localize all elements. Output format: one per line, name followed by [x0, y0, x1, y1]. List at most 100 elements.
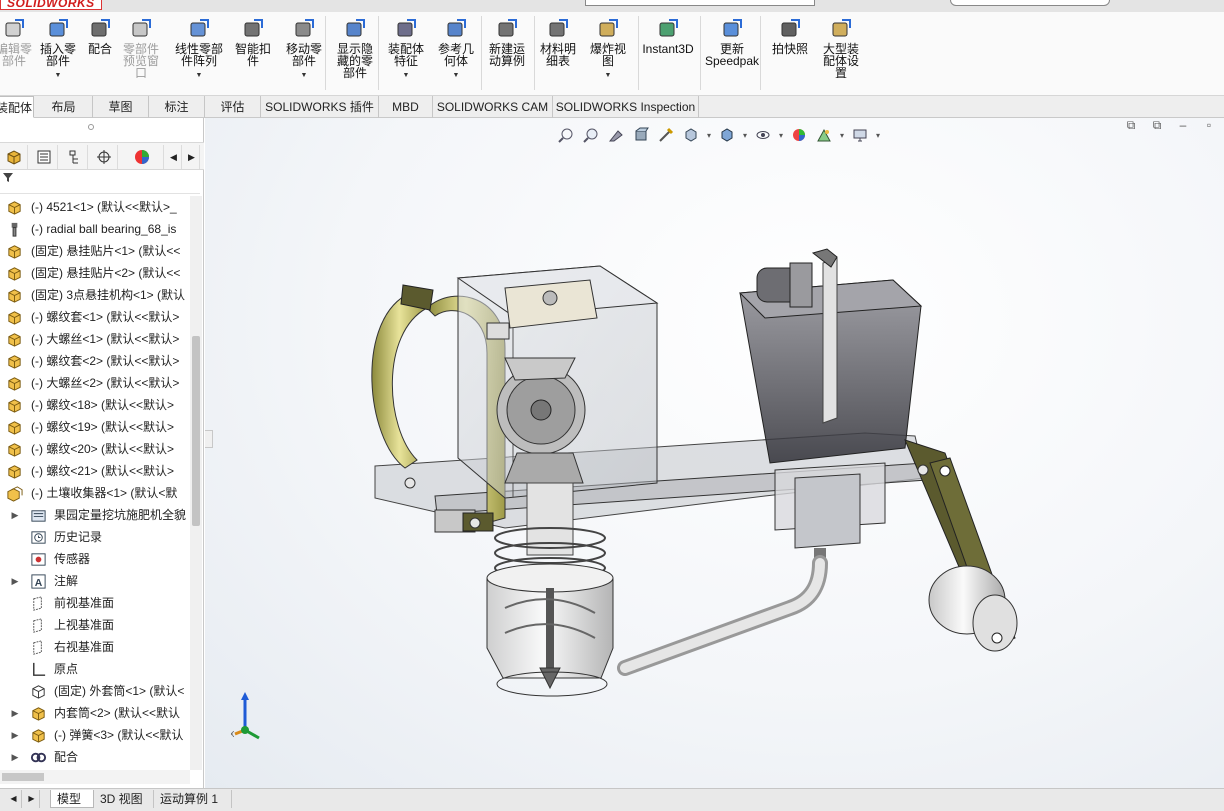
tab-6[interactable]: MBD — [379, 96, 433, 118]
tree-item[interactable]: (固定) 悬挂贴片<1> (默认<< — [0, 240, 190, 262]
configuration-manager-tab-icon[interactable] — [60, 145, 88, 169]
tree-item[interactable]: ▶ 内套筒<2> (默认<<默认 — [0, 702, 190, 724]
tree-item[interactable]: (-) 螺纹<18> (默认<<默认> — [0, 394, 190, 416]
pane-grip-icon[interactable] — [88, 124, 94, 130]
fertilizer-hopper[interactable] — [738, 248, 923, 464]
ribbon-button-7[interactable]: 显示隐 藏的零 部件 — [333, 18, 377, 79]
previous-tab-icon[interactable]: ◀ — [6, 790, 22, 808]
tree-item[interactable]: (-) 螺纹套<1> (默认<<默认> — [0, 306, 190, 328]
expand-icon[interactable]: ▶ — [10, 746, 20, 768]
expand-icon[interactable]: ▶ — [10, 702, 20, 724]
tree-item[interactable]: (-) 大螺丝<1> (默认<<默认> — [0, 328, 190, 350]
expand-icon[interactable]: ▶ — [10, 504, 20, 526]
chevron-down-icon[interactable]: ▼ — [55, 70, 62, 82]
title-search-box[interactable] — [585, 0, 815, 6]
chevron-down-icon[interactable]: ▼ — [605, 70, 612, 82]
ribbon-button-8[interactable]: 装配体 特征 ▼ — [384, 18, 428, 82]
solidworks-logo[interactable]: SOLIDWORKS — [0, 0, 102, 10]
tree-item[interactable]: (-) 螺纹套<2> (默认<<默认> — [0, 350, 190, 372]
ribbon-button-3[interactable]: 零部件 预览窗 口 — [122, 18, 160, 79]
ribbon-button-0[interactable]: 编辑零 部件 — [0, 18, 32, 67]
part-icon — [8, 443, 21, 457]
tree-item[interactable]: (固定) 悬挂贴片<2> (默认<< — [0, 262, 190, 284]
tree-item-label: 传感器 — [54, 552, 91, 566]
ribbon-button-6[interactable]: 移动零 部件 ▼ — [283, 18, 325, 82]
tree-item-label: (固定) 3点悬挂机构<1> (默认 — [31, 288, 186, 302]
triad-z-label: Z — [242, 690, 247, 691]
tree-item[interactable]: (-) 土壤收集器<1> (默认<默 — [0, 482, 190, 504]
expand-icon[interactable]: ▶ — [10, 570, 20, 592]
ribbon-button-5[interactable]: 智能扣 件 — [232, 18, 274, 67]
chevron-down-icon[interactable]: ▼ — [301, 70, 308, 82]
tree-item[interactable]: 原点 — [0, 658, 190, 680]
tab-1[interactable]: 布局 — [35, 96, 93, 118]
assembly-model[interactable] — [205, 118, 1224, 788]
ribbon-button-9[interactable]: 参考几 何体 ▼ — [434, 18, 478, 82]
ribbon-button-14[interactable]: 更新 Speedpak — [705, 18, 759, 67]
appearance-tab-icon[interactable] — [120, 145, 164, 169]
property-manager-tab-icon[interactable] — [30, 145, 58, 169]
tree-vertical-scrollbar[interactable] — [190, 196, 202, 770]
tree-item[interactable]: ▶ 配合 — [0, 746, 190, 768]
search-commands-box[interactable] — [950, 0, 1110, 6]
bottom-tab-0[interactable]: 模型 — [50, 790, 94, 808]
ribbon-button-label: 装配体 特征 — [387, 42, 424, 68]
ribbon-button-16[interactable]: 大型装 配体设 置 — [816, 18, 866, 79]
tree-filter[interactable] — [0, 170, 200, 194]
filter-icon[interactable] — [2, 171, 14, 183]
tree-item[interactable]: 传感器 — [0, 548, 190, 570]
next-tab-icon[interactable]: ▶ — [24, 790, 40, 808]
history-icon — [31, 531, 46, 544]
tab-8[interactable]: SOLIDWORKS Inspection — [553, 96, 699, 118]
expand-icon[interactable]: ▶ — [10, 724, 20, 746]
tree-item[interactable]: 前视基准面 — [0, 592, 190, 614]
chevron-down-icon[interactable]: ▼ — [403, 70, 410, 82]
ribbon-button-2[interactable]: 配合 — [86, 18, 114, 55]
tree-item[interactable]: ▶ A 注解 — [0, 570, 190, 592]
tree-item-label: 内套筒<2> (默认<<默认 — [54, 706, 181, 720]
reference-triad: Z X — [231, 690, 260, 740]
ribbon-button-15[interactable]: 拍快照 — [768, 18, 812, 55]
ribbon-button-13[interactable]: Instant3D — [642, 18, 694, 55]
ribbon-button-11[interactable]: 材料明 细表 — [536, 18, 580, 67]
bottom-tab-1[interactable]: 3D 视图 — [94, 790, 154, 808]
tab-scroll-left-icon[interactable]: ◀ — [166, 145, 182, 169]
tree-item[interactable]: 上视基准面 — [0, 614, 190, 636]
tree-item[interactable]: ▶ (-) 弹簧<3> (默认<<默认 — [0, 724, 190, 746]
plane-icon — [33, 596, 42, 611]
tree-item[interactable]: (-) 螺纹<20> (默认<<默认> — [0, 438, 190, 460]
tree-item[interactable]: (-) 螺纹<21> (默认<<默认> — [0, 460, 190, 482]
tree-item-label: 果园定量挖坑施肥机全貌 — [54, 508, 187, 522]
tree-item[interactable]: 右视基准面 — [0, 636, 190, 658]
chevron-down-icon[interactable]: ▼ — [453, 70, 460, 82]
tree-item[interactable]: ▶ 果园定量挖坑施肥机全貌 — [0, 504, 190, 526]
tree-item[interactable]: (固定) 外套筒<1> (默认< — [0, 680, 190, 702]
tree-item[interactable]: (-) 螺纹<19> (默认<<默认> — [0, 416, 190, 438]
tree-item[interactable]: (-) 4521<1> (默认<<默认>_ — [0, 196, 190, 218]
tab-4[interactable]: 评估 — [205, 96, 261, 118]
ribbon-button-4[interactable]: 线性零部 件阵列 ▼ — [171, 18, 227, 82]
ribbon-button-10[interactable]: 新建运 动算例 — [485, 18, 529, 67]
dimxpert-tab-icon[interactable] — [90, 145, 118, 169]
ribbon-button-1[interactable]: 插入零 部件 ▼ — [38, 18, 78, 82]
tab-7[interactable]: SOLIDWORKS CAM — [433, 96, 553, 118]
tab-2[interactable]: 草图 — [93, 96, 149, 118]
history-folder-icon — [31, 510, 46, 522]
tab-0[interactable]: 装配体 — [0, 96, 34, 118]
tree-item[interactable]: (-) radial ball bearing_68_is — [0, 218, 190, 240]
tree-item[interactable]: (-) 大螺丝<2> (默认<<默认> — [0, 372, 190, 394]
tree-item[interactable]: 历史记录 — [0, 526, 190, 548]
tab-3[interactable]: 标注 — [149, 96, 205, 118]
bom-icon — [549, 19, 568, 37]
ribbon-button-12[interactable]: 爆炸视 图 ▼ — [588, 18, 628, 82]
tree-horizontal-scrollbar[interactable] — [0, 770, 190, 784]
scrollbar-thumb[interactable] — [192, 336, 200, 526]
feature-tree-tab-icon[interactable] — [0, 145, 28, 169]
bottom-tab-2[interactable]: 运动算例 1 — [154, 790, 232, 808]
tree-item[interactable]: (固定) 3点悬挂机构<1> (默认 — [0, 284, 190, 306]
graphics-area[interactable]: ▾ ▾ ▾ ▾ ▾ ⧉ ⧉ – ▫ X — [205, 118, 1224, 788]
chevron-down-icon[interactable]: ▼ — [196, 70, 203, 82]
scrollbar-thumb[interactable] — [2, 773, 44, 781]
tab-5[interactable]: SOLIDWORKS 插件 — [261, 96, 379, 118]
tab-scroll-right-icon[interactable]: ▶ — [184, 145, 200, 169]
